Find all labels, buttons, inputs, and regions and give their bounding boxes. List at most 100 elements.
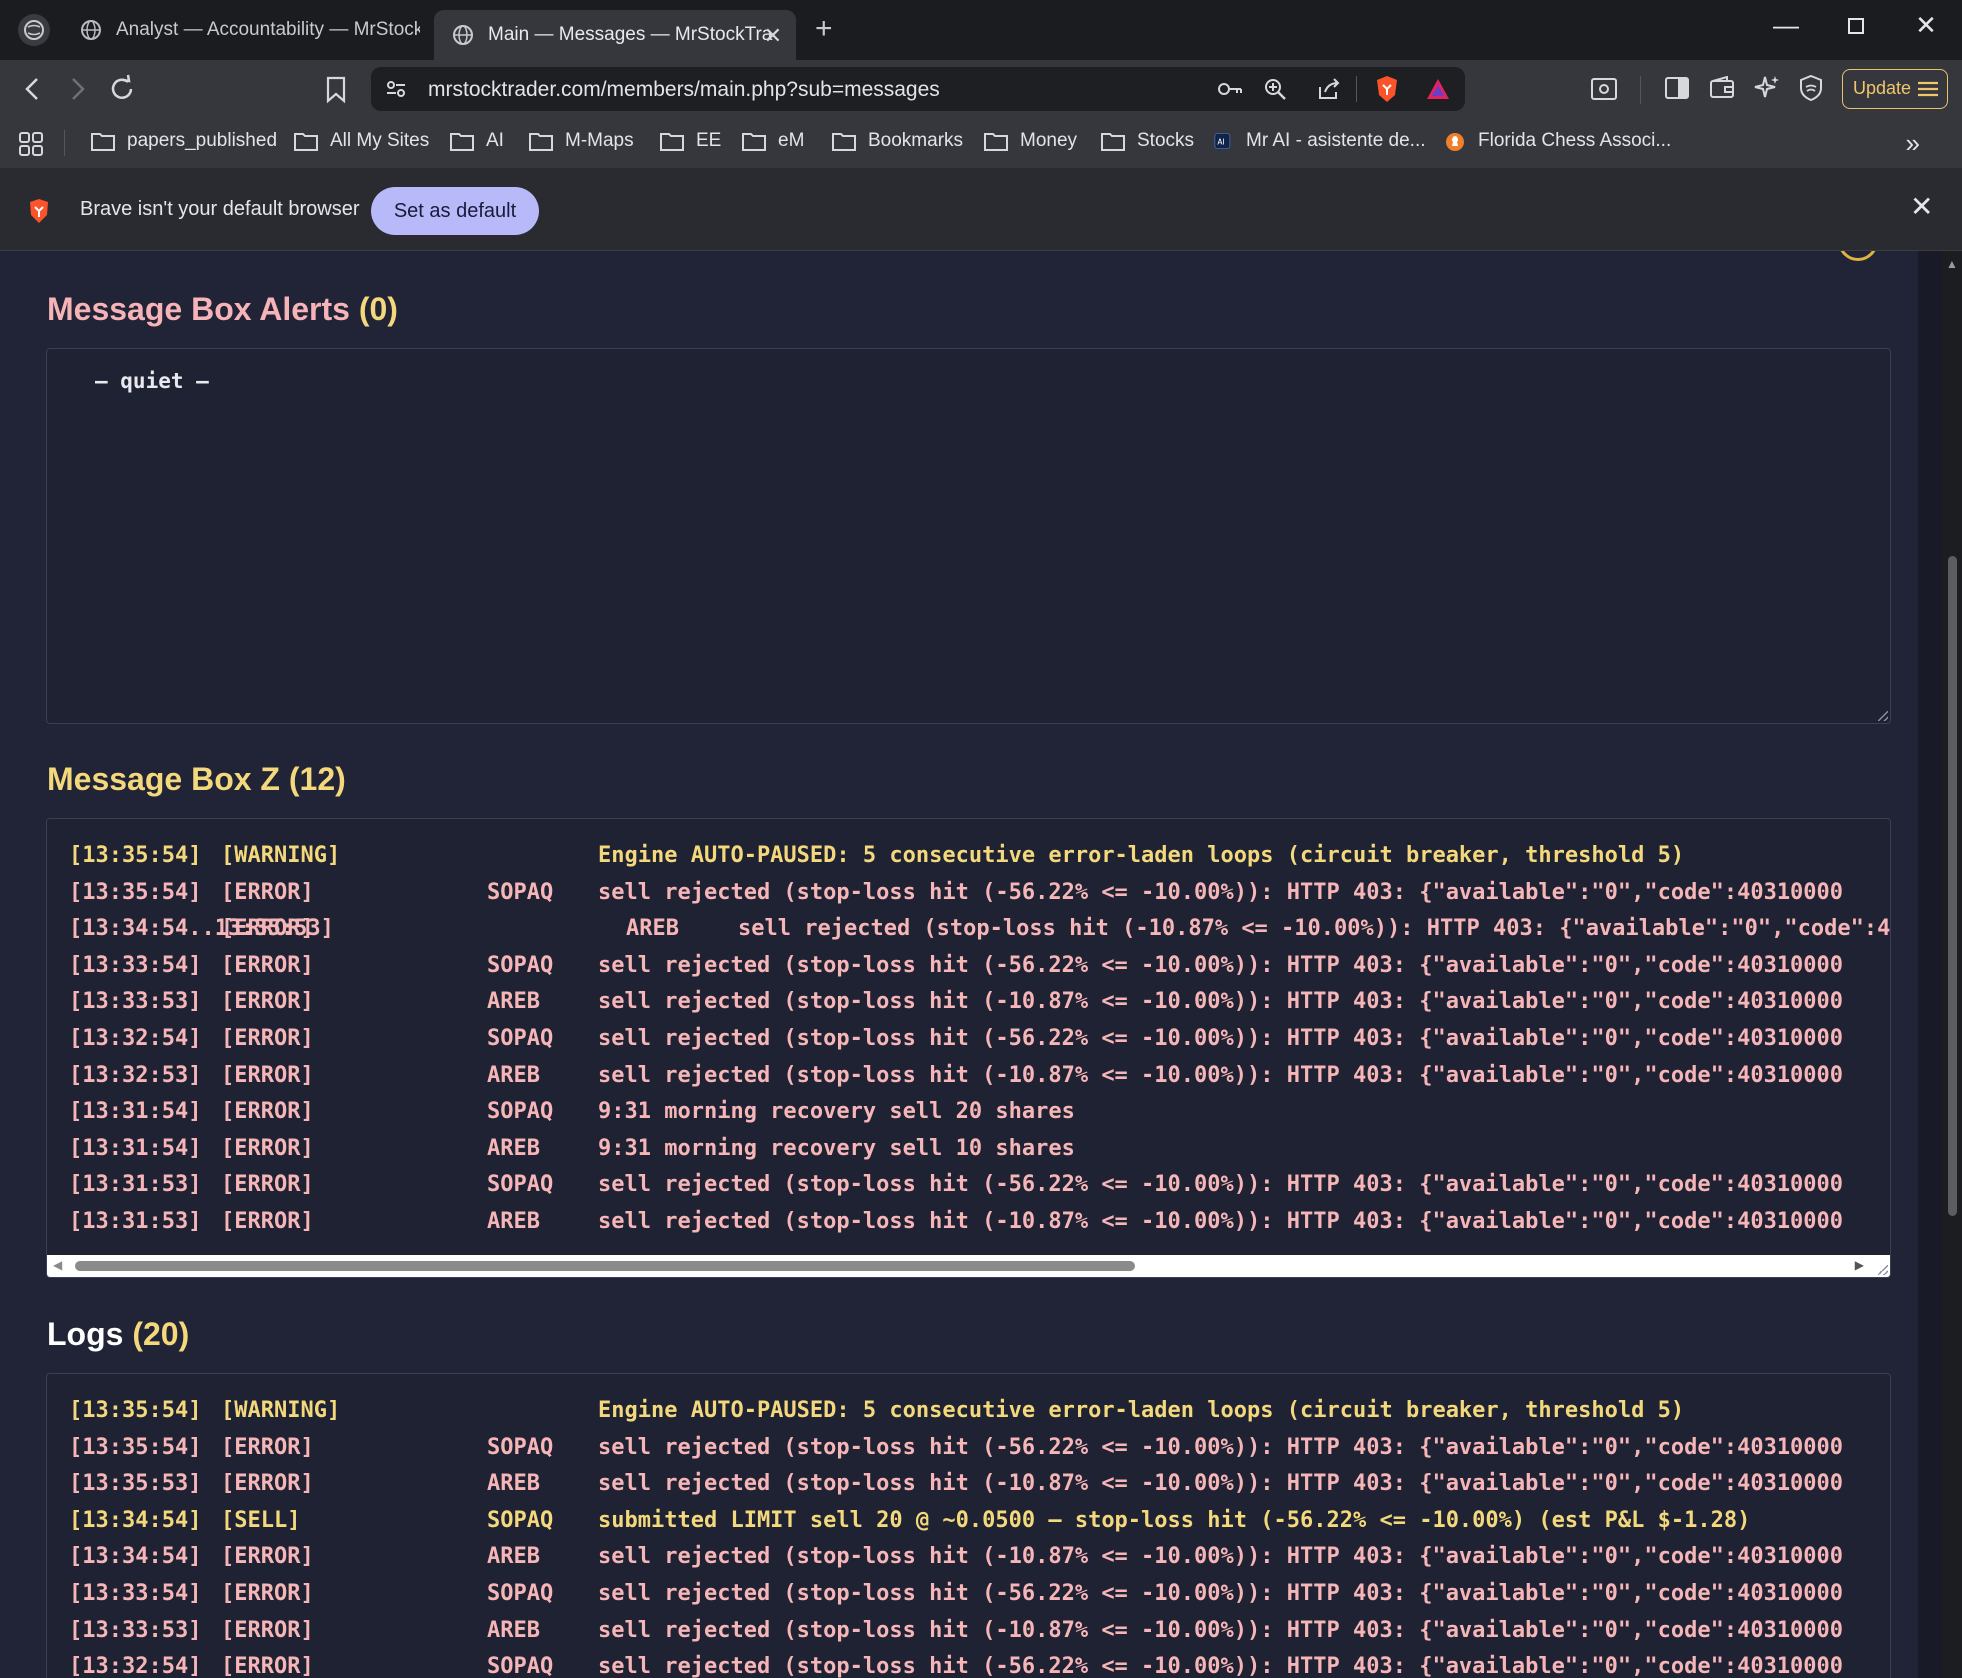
scroll-up-icon[interactable]: ▲ [1946,257,1958,271]
bookmark-mr-ai[interactable]: AI Mr AI - asistente de... [1214,130,1426,152]
address-bar[interactable]: mrstocktrader.com/members/main.php?sub=m… [371,67,1465,111]
minimize-button[interactable]: — [1766,10,1806,41]
log-message: Engine AUTO-PAUSED: 5 consecutive error-… [598,843,1685,868]
log-symbol: SOPAQ [487,1172,554,1198]
leo-ai-icon[interactable] [1753,74,1781,102]
log-message: sell rejected (stop-loss hit (-56.22% <=… [598,952,1844,978]
chess-favicon-icon [1446,133,1464,151]
message-box-z-textarea[interactable]: [13:35:54] [WARNING] Engine AUTO-PAUSED: 5… [46,818,1891,1278]
horizontal-scroll-thumb[interactable] [75,1261,1135,1271]
log-time: [13:35:54] [69,1398,202,1423]
update-button[interactable]: Update [1842,69,1948,109]
vpn-shield-icon[interactable] [1798,74,1824,102]
share-icon[interactable] [1316,77,1342,101]
back-icon[interactable] [20,76,46,102]
bookmark-m-maps[interactable]: M-Maps [529,130,634,152]
log-line: [13:33:54] [ERROR] SOPAQ sell rejected (sto… [69,1577,1890,1614]
log-level: [ERROR] [221,1580,314,1606]
key-icon[interactable] [1217,79,1243,99]
log-message: sell rejected (stop-loss hit (-56.22% <=… [598,1172,1844,1198]
site-settings-icon[interactable] [385,79,407,99]
bookmark-em[interactable]: eM [742,130,804,152]
close-tab-icon[interactable]: ✕ [764,23,782,49]
apps-grid-icon[interactable] [18,131,44,157]
new-tab-button[interactable]: + [815,12,833,46]
reader-mode-icon[interactable] [1590,76,1618,102]
vertical-scrollbar[interactable]: ▲ [1942,251,1962,1678]
log-line: [13:31:53] [ERROR] AREB sell rejected (stop… [69,1205,1890,1242]
logs-textarea[interactable]: [13:35:54] [WARNING] Engine AUTO-PAUSED: 5… [46,1373,1891,1678]
globe-icon [81,20,101,40]
log-level: [ERROR] [221,1062,314,1088]
alerts-heading: Message Box Alerts (0) [47,291,398,328]
set-as-default-button[interactable]: Set as default [371,187,539,235]
resize-handle-icon[interactable] [1878,1265,1888,1275]
tab-title: Main — Messages — MrStockTra [488,24,773,45]
log-message: sell rejected (stop-loss hit (-56.22% <=… [598,1580,1844,1606]
bookmark-label: Bookmarks [868,130,964,151]
close-window-button[interactable]: ✕ [1906,10,1946,41]
zoom-icon[interactable] [1263,77,1287,101]
log-time: [13:34:54] [69,1544,202,1570]
bookmark-label: EE [696,130,722,151]
log-time: [13:31:53] [69,1208,202,1234]
log-symbol: SOPAQ [487,1434,554,1460]
bookmarks-bar: papers_published All My Sites AI M-Maps … [0,118,1962,168]
log-level: [ERROR] [221,1172,314,1198]
infobar-message: Brave isn't your default browser [80,198,360,220]
log-time: [13:31:54] [69,1135,202,1161]
resize-handle-icon[interactable] [1878,711,1888,721]
logs-lines: [13:35:54] [WARNING] Engine AUTO-PAUSED: 5… [69,1394,1890,1678]
bookmark-stocks[interactable]: Stocks [1101,130,1194,152]
ai-favicon-icon: AI [1214,133,1231,149]
wallet-icon[interactable] [1709,76,1735,100]
log-symbol: AREB [487,1617,540,1643]
log-symbol: AREB [487,1135,540,1161]
log-level: [ERROR] [221,916,314,942]
log-message: Engine AUTO-PAUSED: 5 consecutive error-… [598,1398,1685,1423]
alerts-empty-text: — quiet — [95,369,209,393]
log-symbol: AREB [626,916,679,942]
log-message: submitted LIMIT sell 20 @ ~0.0500 — stop… [598,1507,1751,1533]
tab-title: Analyst — Accountability — MrStock [116,19,420,40]
scroll-right-icon[interactable]: ▶ [1855,1258,1864,1272]
tab-search-icon[interactable] [18,14,50,46]
log-time: [13:35:54] [69,879,202,905]
page-margin [1918,251,1942,1678]
horizontal-scrollbar[interactable]: ◀ ▶ [47,1255,1890,1277]
url-text: mrstocktrader.com/members/main.php?sub=m… [428,78,940,101]
reload-icon[interactable] [107,74,137,104]
log-message: 9:31 morning recovery sell 20 shares [598,1099,1075,1125]
vertical-scroll-thumb[interactable] [1948,556,1957,1216]
alerts-textarea[interactable]: — quiet — [46,348,1891,724]
brave-shields-icon[interactable] [1374,75,1400,103]
bookmark-icon[interactable] [325,76,347,104]
bookmark-label: Stocks [1137,130,1195,151]
bookmark-label: eM [778,130,805,151]
bookmark-all-my-sites[interactable]: All My Sites [294,130,429,152]
sidebar-icon[interactable] [1664,76,1690,100]
menu-icon [1918,81,1938,97]
close-infobar-icon[interactable]: ✕ [1910,190,1933,223]
tab-analyst[interactable]: Analyst — Accountability — MrStock [80,8,420,52]
more-bookmarks-icon[interactable]: » [1906,128,1920,159]
brave-rewards-icon[interactable] [1425,77,1451,101]
tab-main-messages[interactable]: Main — Messages — MrStockTra ✕ [434,10,796,60]
log-symbol: SOPAQ [487,1507,554,1533]
bookmark-florida-chess[interactable]: Florida Chess Associ... [1444,130,1671,152]
bookmark-bookmarks[interactable]: Bookmarks [832,130,963,152]
scroll-left-icon[interactable]: ◀ [53,1258,62,1272]
bookmark-ai[interactable]: AI [450,130,504,152]
maximize-button[interactable] [1836,10,1876,42]
bookmark-papers-published[interactable]: papers_published [91,130,277,152]
bookmark-money[interactable]: Money [984,130,1077,152]
log-level: [ERROR] [221,1434,314,1460]
log-level: [ERROR] [221,1135,314,1161]
bookmark-label: M-Maps [565,130,634,151]
log-level: [ERROR] [221,879,314,905]
bookmark-ee[interactable]: EE [660,130,721,152]
forward-icon[interactable] [64,76,90,102]
browser-toolbar: mrstocktrader.com/members/main.php?sub=m… [0,60,1962,118]
log-time: [13:35:54] [69,843,202,868]
bookmark-label: Florida Chess Associ... [1478,130,1672,151]
